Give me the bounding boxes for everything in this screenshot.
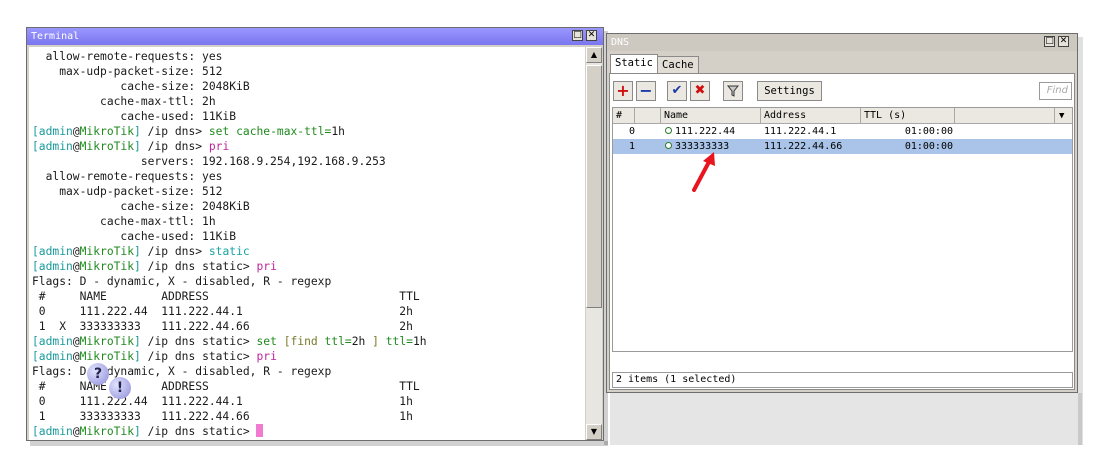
terminal-prompt-line: [admin@MikroTik] /ip dns static> set [fi… <box>32 335 427 348</box>
maximize-button[interactable]: □ <box>572 30 583 41</box>
terminal-title: Terminal <box>31 31 80 42</box>
terminal-line: max-udp-packet-size: 512 <box>32 65 223 78</box>
tab-static[interactable]: Static <box>610 54 658 73</box>
enable-check-icon[interactable]: ✔ <box>667 81 687 101</box>
close-button[interactable]: ✕ <box>586 30 597 41</box>
column-header-flags[interactable] <box>635 108 661 124</box>
add-icon[interactable]: + <box>613 81 633 101</box>
terminal-line: cache-max-ttl: 2h <box>32 95 216 108</box>
terminal-line: 1 333333333 111.222.44.66 1h <box>32 410 413 423</box>
scroll-up-arrow-icon[interactable]: ▲ <box>586 47 602 63</box>
row-name: 111.222.44 <box>665 124 735 139</box>
terminal-line: allow-remote-requests: yes <box>32 170 223 183</box>
column-header-spacer <box>955 108 1055 124</box>
row-number: 0 <box>628 126 635 137</box>
column-chooser-chevron-down-icon[interactable]: ▼ <box>1055 108 1072 124</box>
terminal-line: cache-size: 2048KiB <box>32 200 250 213</box>
disable-x-icon[interactable]: ✖ <box>690 81 710 101</box>
exclamation-bubble-icon: ! <box>109 377 131 399</box>
dns-window: DNS □ ✕ Static Cache + − ✔ ✖ Settings Fi… <box>606 33 1078 393</box>
column-header-name[interactable]: Name <box>661 108 761 124</box>
row-ttl: 01:00:00 <box>904 141 953 152</box>
terminal-line: cache-used: 11KiB <box>32 230 237 243</box>
terminal-line: 1 X 333333333 111.222.44.66 2h <box>32 320 413 333</box>
terminal-window: Terminal □ ✕ allow-remote-requests: yes … <box>26 27 604 441</box>
status-bar: 2 items (1 selected) <box>612 372 1073 388</box>
terminal-prompt-line: [admin@MikroTik] /ip dns static> pri <box>32 350 277 363</box>
remove-icon[interactable]: − <box>636 81 656 101</box>
terminal-line: # NAME ADDRESS TTL <box>32 290 420 303</box>
row-address: 111.222.44.1 <box>764 126 837 137</box>
annotation-arrow-icon <box>692 152 715 192</box>
terminal-line: 0 111.222.44 111.222.44.1 2h <box>32 305 413 318</box>
row-ttl: 01:00:00 <box>904 126 953 137</box>
terminal-input-line[interactable]: [admin@MikroTik] /ip dns static> <box>32 424 264 439</box>
terminal-scrollbar[interactable]: ▲ ▼ <box>586 47 602 440</box>
terminal-output[interactable]: allow-remote-requests: yes max-udp-packe… <box>29 47 585 440</box>
dns-title: DNS <box>611 37 630 48</box>
column-header-ttl[interactable]: TTL (s) <box>861 108 955 124</box>
scroll-thumb[interactable] <box>586 65 602 308</box>
terminal-prompt-line: [admin@MikroTik] /ip dns> set cache-max-… <box>32 125 345 138</box>
static-entries-table: # Name Address TTL (s) ▼ 0 111.222.44 11… <box>612 107 1073 352</box>
question-bubble-icon: ? <box>87 363 109 385</box>
static-panel: + − ✔ ✖ Settings Find # Name Address TTL… <box>609 73 1075 390</box>
terminal-prompt-line: [admin@MikroTik] /ip dns> static <box>32 245 250 258</box>
terminal-line: cache-max-ttl: 1h <box>32 215 216 228</box>
maximize-button[interactable]: □ <box>1044 36 1055 47</box>
terminal-line: cache-used: 11KiB <box>32 110 237 123</box>
tab-cache[interactable]: Cache <box>657 56 699 73</box>
row-address: 111.222.44.66 <box>764 141 843 152</box>
terminal-line: servers: 192.168.9.254,192.168.9.253 <box>32 155 386 168</box>
terminal-line: Flags: D - dynamic, X - disabled, R - re… <box>32 365 332 378</box>
terminal-line: allow-remote-requests: yes <box>32 50 223 63</box>
terminal-titlebar[interactable]: Terminal <box>27 28 603 45</box>
enabled-dot-icon <box>665 127 672 134</box>
row-number: 1 <box>628 141 635 152</box>
scroll-down-arrow-icon[interactable]: ▼ <box>586 424 602 440</box>
dns-titlebar[interactable]: DNS <box>607 34 1077 51</box>
close-button[interactable]: ✕ <box>1058 36 1069 47</box>
table-row[interactable]: 0 111.222.44 111.222.44.1 01:00:00 <box>613 124 1072 139</box>
text-cursor <box>256 424 264 437</box>
terminal-line: Flags: D - dynamic, X - disabled, R - re… <box>32 275 332 288</box>
terminal-prompt-line: [admin@MikroTik] /ip dns> pri <box>32 140 230 153</box>
terminal-prompt-line: [admin@MikroTik] /ip dns static> pri <box>32 260 277 273</box>
filter-funnel-icon[interactable] <box>723 81 743 101</box>
enabled-dot-icon <box>665 142 672 149</box>
terminal-line: max-udp-packet-size: 512 <box>32 185 223 198</box>
find-input[interactable]: Find <box>1039 82 1072 100</box>
column-header-address[interactable]: Address <box>761 108 861 124</box>
column-header-number[interactable]: # <box>613 108 635 124</box>
table-row-selected[interactable]: 1 333333333 111.222.44.66 01:00:00 <box>613 139 1072 154</box>
settings-button[interactable]: Settings <box>757 81 822 101</box>
terminal-line: 0 111.222.44 111.222.44.1 1h <box>32 395 413 408</box>
terminal-line: cache-size: 2048KiB <box>32 80 250 93</box>
